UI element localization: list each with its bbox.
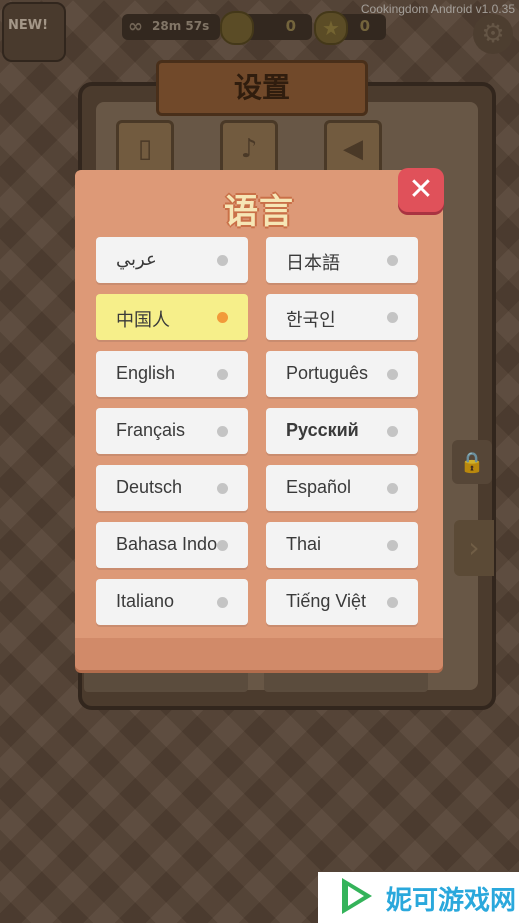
language-option-arabic[interactable]: عربي bbox=[96, 237, 248, 283]
language-label: English bbox=[116, 363, 176, 383]
language-label: Thai bbox=[286, 534, 322, 554]
language-option-english[interactable]: English bbox=[96, 351, 248, 397]
language-option-japanese[interactable]: 日本語 bbox=[266, 237, 418, 283]
radio-dot bbox=[217, 255, 228, 266]
language-option-portuguese[interactable]: Português bbox=[266, 351, 418, 397]
radio-dot bbox=[387, 255, 398, 266]
language-label: Tiếng Việt bbox=[286, 591, 367, 611]
language-label: Français bbox=[116, 420, 186, 440]
language-label: 中国人 bbox=[116, 310, 170, 330]
language-label: عربي bbox=[116, 249, 157, 269]
radio-dot bbox=[387, 369, 398, 380]
radio-dot bbox=[217, 483, 228, 494]
language-option-french[interactable]: Français bbox=[96, 408, 248, 454]
radio-dot bbox=[217, 540, 228, 551]
watermark: 妮可游戏网 bbox=[318, 872, 519, 923]
close-icon: ✕ bbox=[408, 172, 434, 207]
language-label: Bahasa Indo bbox=[116, 534, 218, 554]
play-logo-inner bbox=[348, 886, 364, 906]
language-option-italian[interactable]: Italiano bbox=[96, 579, 248, 625]
language-label: 한국인 bbox=[286, 310, 336, 330]
language-option-thai[interactable]: Thai bbox=[266, 522, 418, 568]
language-option-german[interactable]: Deutsch bbox=[96, 465, 248, 511]
language-option-russian[interactable]: Русский bbox=[266, 408, 418, 454]
language-option-chinese[interactable]: 中国人 bbox=[96, 294, 248, 340]
language-label: Italiano bbox=[116, 591, 175, 611]
language-option-vietnamese[interactable]: Tiếng Việt bbox=[266, 579, 418, 625]
watermark-text: 妮可游戏网 bbox=[386, 886, 517, 916]
radio-dot bbox=[387, 312, 398, 323]
language-label: Русский bbox=[286, 420, 359, 440]
language-option-indonesian[interactable]: Bahasa Indo bbox=[96, 522, 248, 568]
radio-dot bbox=[217, 426, 228, 437]
language-option-korean[interactable]: 한국인 bbox=[266, 294, 418, 340]
language-label: 日本語 bbox=[286, 253, 340, 273]
radio-dot bbox=[387, 483, 398, 494]
close-button[interactable]: ✕ bbox=[398, 168, 444, 212]
radio-dot bbox=[217, 369, 228, 380]
radio-dot-selected bbox=[217, 312, 228, 323]
radio-dot bbox=[387, 540, 398, 551]
language-label: Deutsch bbox=[116, 477, 183, 497]
radio-dot bbox=[387, 426, 398, 437]
dialog-footer bbox=[75, 638, 443, 670]
radio-dot bbox=[387, 597, 398, 608]
language-dialog: 语言 عربي 日本語 中国人 한국인 English Português Fr… bbox=[75, 170, 443, 670]
language-label: Español bbox=[286, 477, 352, 497]
language-label: Português bbox=[286, 363, 369, 383]
radio-dot bbox=[217, 597, 228, 608]
dialog-title: 语言 bbox=[224, 192, 294, 232]
language-option-spanish[interactable]: Español bbox=[266, 465, 418, 511]
